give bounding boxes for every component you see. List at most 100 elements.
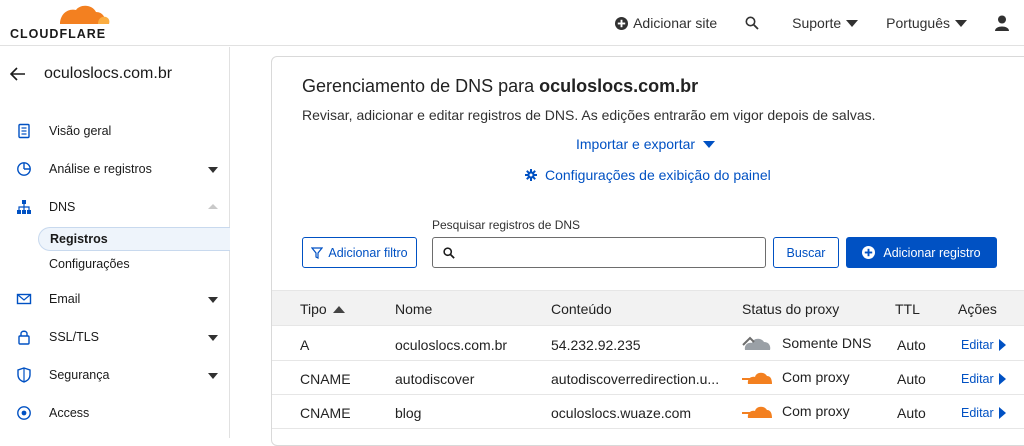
sidebar-item-dns[interactable]: DNS [0, 192, 229, 222]
record-content: 54.232.92.235 [551, 337, 641, 353]
chevron-down-icon [208, 297, 218, 303]
chevron-down-icon [208, 335, 218, 341]
sidebar-item-analytics[interactable]: Análise e registros [0, 154, 229, 184]
sidebar-item-label: Análise e registros [49, 162, 152, 176]
table-row[interactable]: CNAME autodiscover autodiscoverredirecti… [272, 361, 1024, 395]
table-row[interactable]: CNAME blog oculoslocs.wuaze.com Com prox… [272, 395, 1024, 429]
top-bar: CLOUDFLARE Adicionar site Suporte Portug… [0, 0, 1024, 46]
proxied-cloud-icon [742, 372, 772, 384]
chevron-up-icon [208, 204, 218, 209]
user-menu[interactable] [995, 15, 1014, 31]
email-icon [16, 293, 32, 305]
record-name: oculoslocs.com.br [395, 337, 508, 353]
sidebar-subitem-records[interactable]: Registros [38, 227, 230, 251]
add-site-label: Adicionar site [633, 15, 718, 31]
proxy-status[interactable]: Somente DNS [742, 334, 871, 352]
column-header-label: Nome [395, 301, 433, 317]
record-name: blog [395, 405, 422, 421]
dns-management-card: Gerenciamento de DNS para oculoslocs.com… [271, 56, 1024, 446]
chart-pie-icon [17, 162, 31, 176]
title-domain: oculoslocs.com.br [539, 76, 699, 96]
chevron-down-icon [846, 19, 859, 27]
network-icon [17, 200, 31, 214]
import-export-dropdown[interactable]: Importar e exportar [576, 136, 716, 152]
record-type: CNAME [300, 371, 351, 387]
table-row[interactable]: A oculoslocs.com.br 54.232.92.235 Soment… [272, 327, 1024, 361]
caret-right-icon [998, 339, 1006, 351]
sidebar-item-label: Email [49, 292, 81, 306]
sidebar-subitem-label: Configurações [49, 257, 130, 271]
lock-icon [18, 330, 30, 345]
chevron-down-icon [955, 19, 967, 27]
proxy-status-label: Com proxy [782, 403, 850, 419]
sidebar-item-overview[interactable]: Visão geral [0, 116, 229, 146]
sidebar-item-access[interactable]: Access [0, 398, 229, 428]
search-icon [443, 247, 455, 259]
search-submit-button[interactable]: Buscar [773, 237, 839, 268]
proxy-status-label: Somente DNS [782, 335, 872, 351]
record-content: autodiscoverredirection.u... [551, 371, 720, 387]
cloudflare-logo[interactable]: CLOUDFLARE [10, 4, 110, 42]
column-content-header: Conteúdo [551, 301, 612, 317]
records-table-header: Tipo Nome Conteúdo Status do proxy TTL A… [272, 290, 1024, 326]
sort-ascending-icon [332, 305, 345, 313]
language-menu[interactable]: Português [886, 15, 967, 31]
column-ttl-header: TTL [895, 301, 920, 317]
edit-label: Editar [961, 406, 994, 420]
add-record-label: Adicionar registro [883, 245, 981, 260]
proxy-status[interactable]: Com proxy [742, 402, 850, 420]
add-site-link[interactable]: Adicionar site [615, 15, 717, 31]
sidebar-item-label: Access [49, 406, 90, 420]
dns-search-field[interactable] [432, 237, 766, 268]
column-proxy-header: Status do proxy [742, 301, 839, 317]
chevron-down-icon [208, 373, 218, 379]
sidebar-item-label: Segurança [49, 368, 110, 382]
sidebar-item-security[interactable]: Segurança [0, 360, 229, 390]
document-icon [18, 123, 30, 139]
search-label: Pesquisar registros de DNS [432, 218, 581, 232]
support-menu[interactable]: Suporte [792, 15, 859, 31]
cloudflare-cloud-icon [60, 5, 110, 25]
add-filter-button[interactable]: Adicionar filtro [302, 237, 417, 268]
edit-record-button[interactable]: Editar [961, 338, 1006, 352]
dns-search-input[interactable] [461, 241, 761, 264]
record-ttl: Auto [897, 371, 926, 387]
top-nav: Adicionar site Suporte Português [615, 0, 1024, 46]
zone-name: oculoslocs.com.br [44, 65, 173, 82]
sidebar-item-ssl[interactable]: SSL/TLS [0, 322, 229, 352]
record-name: autodiscover [395, 371, 475, 387]
add-record-button[interactable]: Adicionar registro [846, 237, 997, 268]
search-button[interactable] [745, 16, 764, 30]
sidebar-item-email[interactable]: Email [0, 284, 229, 314]
title-prefix: Gerenciamento de DNS para [302, 76, 540, 96]
column-header-label: Status do proxy [742, 301, 840, 317]
panel-settings-link[interactable]: Configurações de exibição do painel [525, 167, 771, 183]
sidebar-item-label: Visão geral [49, 124, 112, 138]
proxy-status[interactable]: Com proxy [742, 368, 850, 386]
proxied-cloud-icon [742, 406, 772, 418]
plus-circle-icon [615, 16, 629, 30]
sidebar-item-label: DNS [49, 200, 76, 214]
edit-record-button[interactable]: Editar [961, 406, 1006, 420]
record-ttl: Auto [897, 337, 926, 353]
edit-record-button[interactable]: Editar [961, 372, 1006, 386]
sidebar-item-label: SSL/TLS [49, 330, 100, 344]
sidebar-subitem-settings[interactable]: Configurações [38, 252, 230, 276]
column-header-label: Ações [958, 301, 997, 317]
record-type: A [300, 337, 310, 353]
support-label: Suporte [792, 15, 842, 31]
page-title: Gerenciamento de DNS para oculoslocs.com… [302, 76, 698, 97]
shield-icon [17, 367, 31, 383]
column-type-header[interactable]: Tipo [300, 301, 345, 317]
filter-icon [311, 246, 324, 259]
proxy-status-label: Com proxy [782, 369, 850, 385]
edit-label: Editar [961, 372, 994, 386]
panel-settings-label: Configurações de exibição do painel [545, 167, 771, 183]
column-actions-header: Ações [958, 301, 997, 317]
add-filter-label: Adicionar filtro [328, 245, 408, 260]
back-arrow-icon[interactable] [10, 67, 26, 81]
record-content: oculoslocs.wuaze.com [551, 405, 692, 421]
gear-icon [525, 169, 537, 181]
caret-right-icon [998, 373, 1006, 385]
brand-name: CLOUDFLARE [10, 27, 107, 41]
